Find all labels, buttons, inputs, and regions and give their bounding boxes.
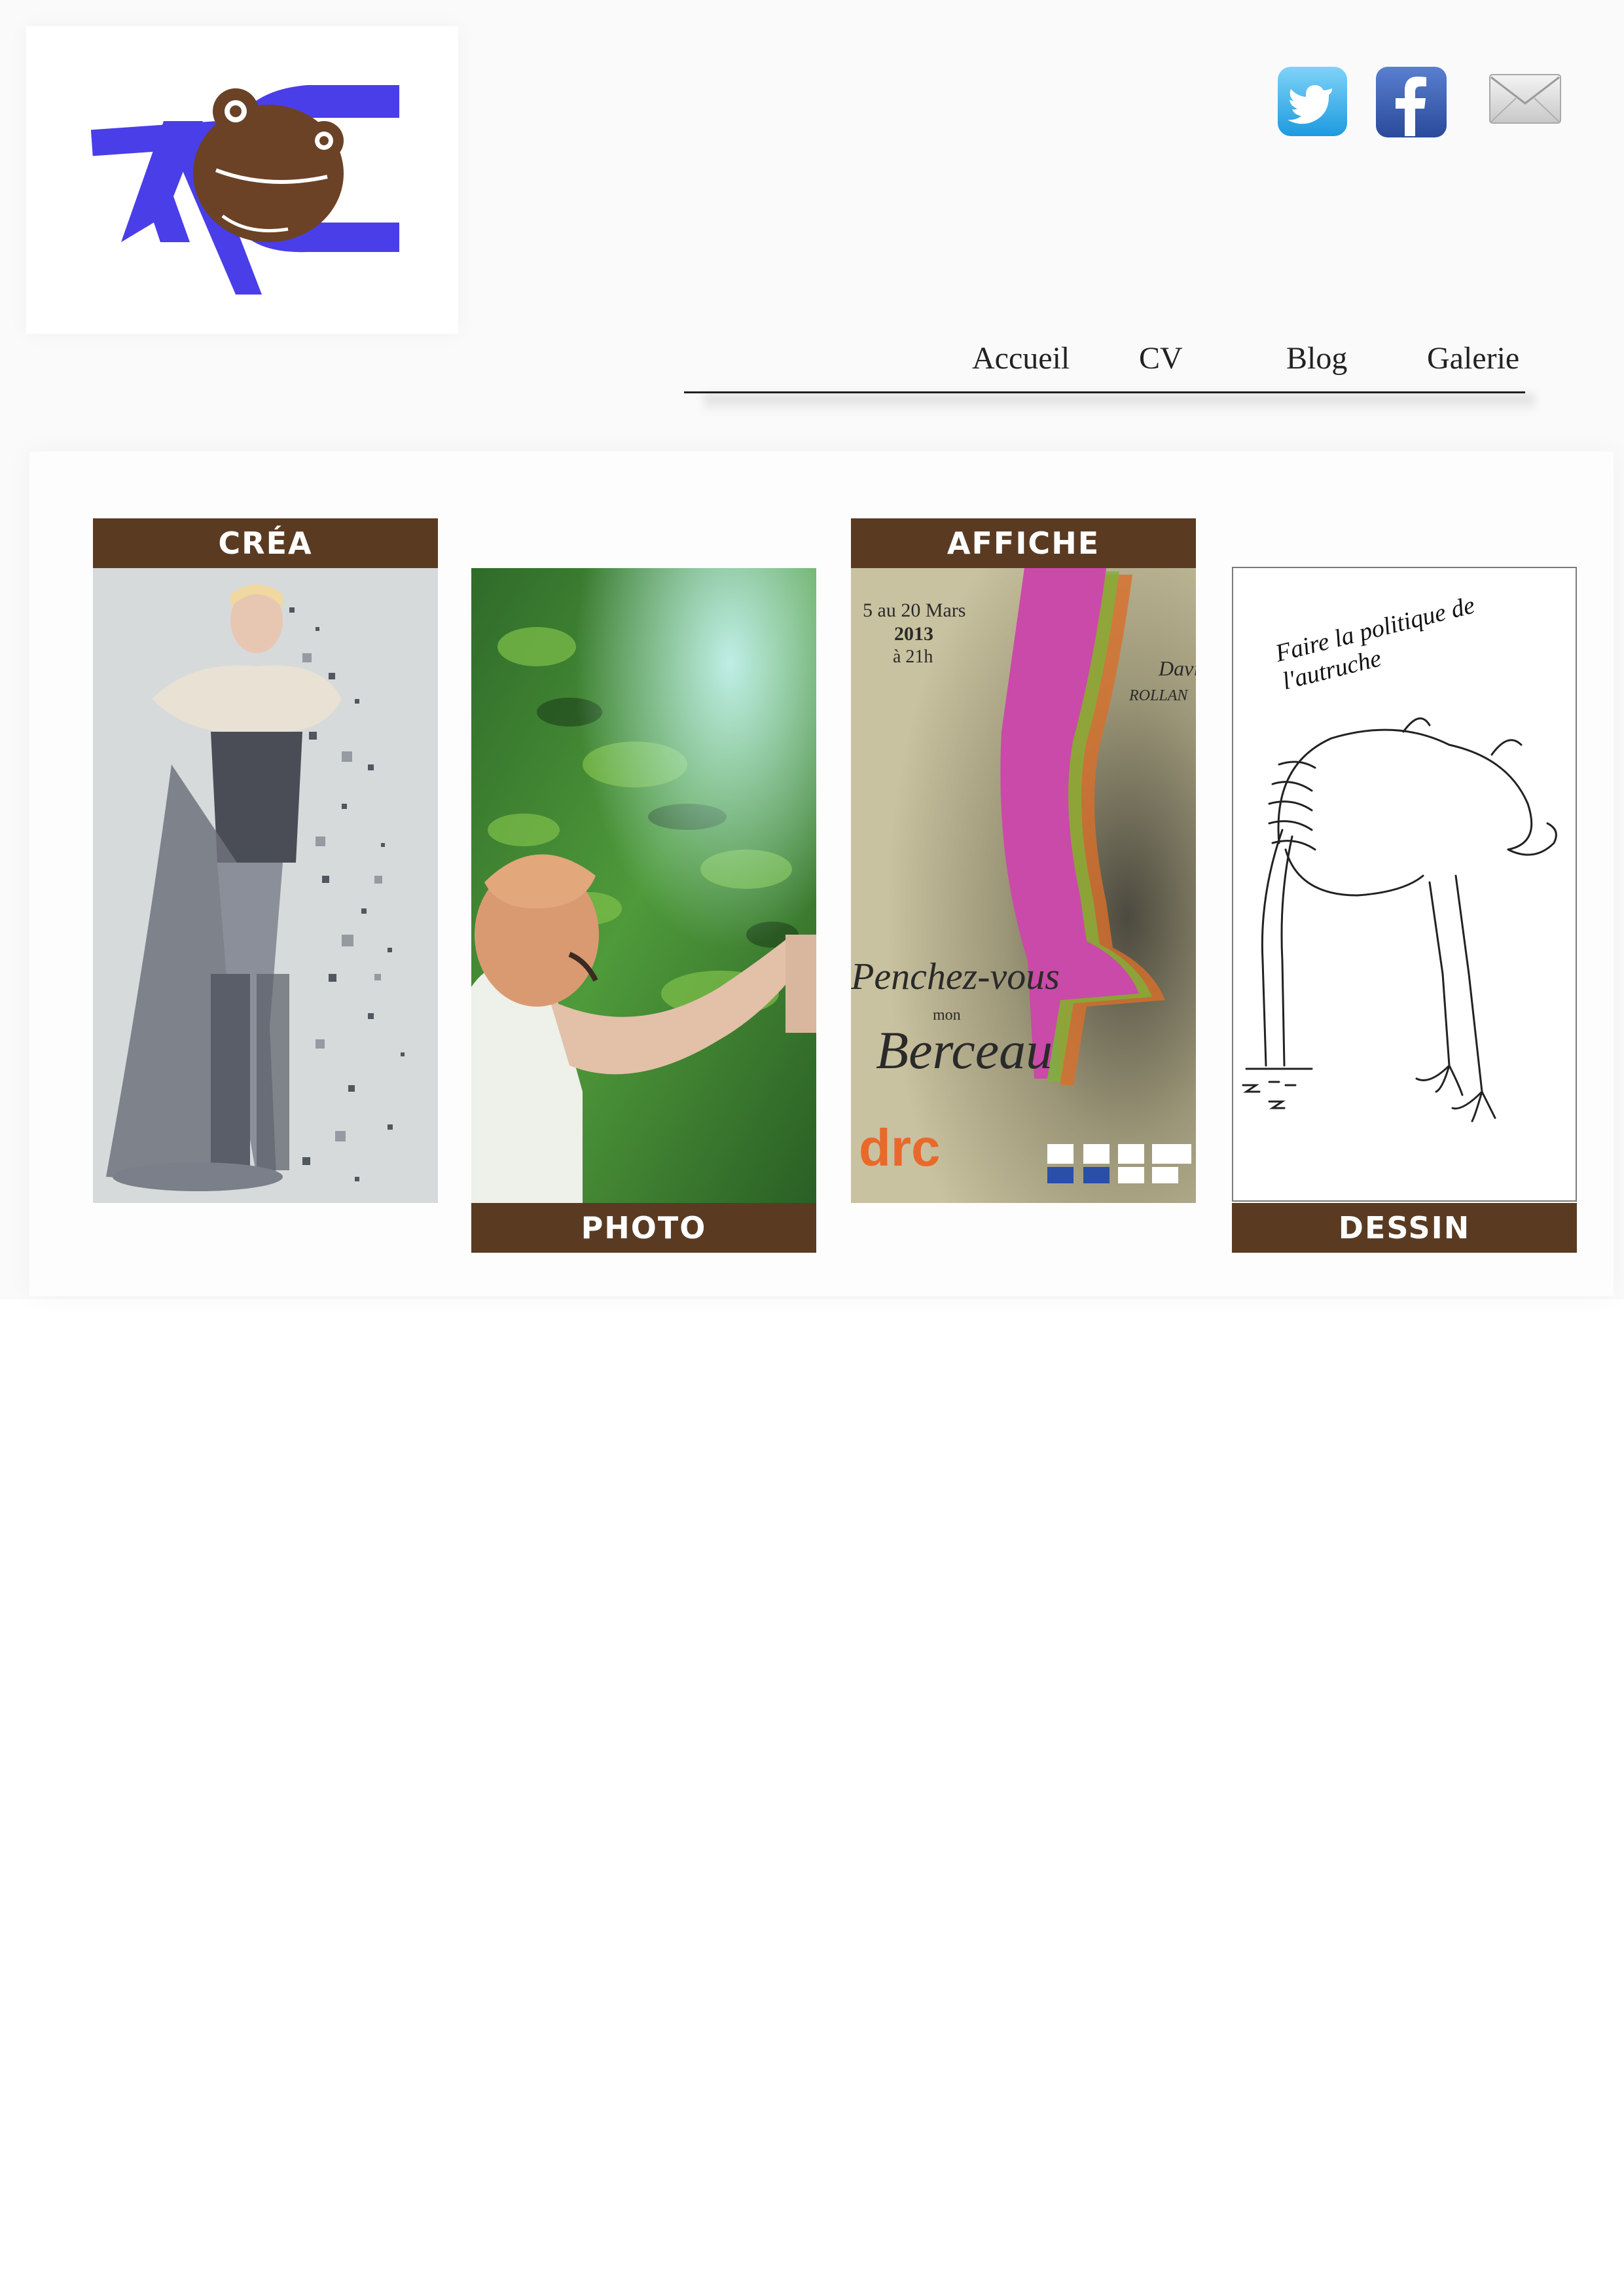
poster-time: à 21h [893,647,933,667]
twitter-icon[interactable] [1276,65,1348,137]
nav-divider [684,391,1525,393]
poster-artist-first: Davi [1159,656,1196,680]
nav-shadow [704,394,1535,414]
site-logo[interactable] [26,26,458,334]
poster-dates: 5 au 20 Mars [863,600,966,621]
label-affiche[interactable]: AFFICHE [851,518,1196,568]
affiche-thumbnail[interactable]: 5 au 20 Mars 2013 à 21h Davi ROLLAN Penc… [851,568,1196,1203]
nav-item-blog[interactable]: Blog [1286,340,1347,376]
label-crea[interactable]: CRÉA [93,518,438,568]
poster-brand: drc [859,1119,941,1177]
label-photo[interactable]: PHOTO [471,1203,816,1253]
mail-icon[interactable] [1486,71,1564,130]
dessin-thumbnail[interactable]: Faire la politique de l'autruche [1232,567,1577,1202]
facebook-icon[interactable] [1375,65,1448,139]
poster-artist-last: ROLLAN [1129,687,1188,704]
poster-year: 2013 [894,623,933,645]
main-nav: Accueil CV Blog Galerie [684,321,1535,414]
crea-thumbnail[interactable] [93,568,438,1203]
label-dessin[interactable]: DESSIN [1232,1203,1577,1253]
photo-thumbnail[interactable] [471,568,816,1203]
nav-item-galerie[interactable]: Galerie [1427,340,1519,376]
nav-item-cv[interactable]: CV [1139,340,1183,376]
poster-title-line1: Penchez-vous [851,955,1060,997]
nav-item-accueil[interactable]: Accueil [972,340,1070,376]
poster-title-line2: Berceau [876,1020,1053,1080]
